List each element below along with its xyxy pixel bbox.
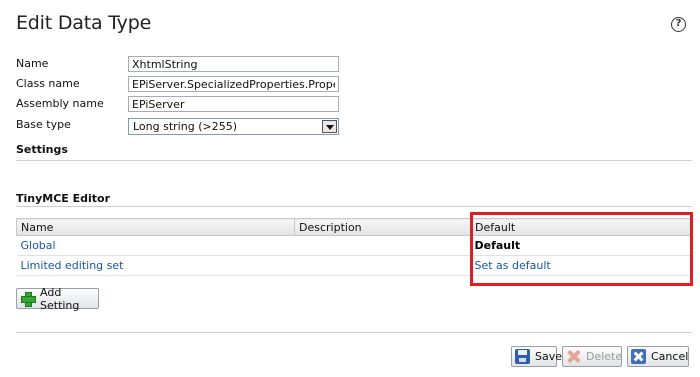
save-label: Save (535, 350, 563, 363)
x-icon (566, 349, 581, 364)
set-as-default-link[interactable]: Set as default (470, 255, 692, 276)
name-field[interactable] (128, 56, 339, 72)
divider (16, 332, 692, 333)
save-button[interactable]: Save (511, 346, 562, 367)
base-type-select[interactable]: Long string (>255) (128, 118, 339, 135)
help-icon[interactable]: ? (671, 17, 686, 32)
class-name-label: Class name (16, 77, 80, 90)
add-setting-button[interactable]: Add Setting (16, 285, 99, 312)
add-setting-label: Add Setting (40, 285, 80, 312)
divider (16, 206, 692, 207)
assembly-name-field[interactable] (128, 96, 339, 112)
cancel-icon (631, 349, 646, 364)
floppy-disk-icon (515, 349, 530, 364)
table-header-row: Name Description Default (16, 218, 692, 236)
plus-icon (20, 291, 36, 307)
chevron-down-icon[interactable] (322, 120, 337, 133)
settings-table: Name Description Default Global Default … (16, 218, 692, 276)
divider (16, 160, 692, 161)
assembly-name-label: Assembly name (16, 97, 104, 110)
column-header-default[interactable]: Default (470, 218, 692, 236)
name-label: Name (16, 57, 49, 70)
class-name-field[interactable] (128, 76, 339, 92)
page-title: Edit Data Type (16, 12, 152, 34)
table-row: Global Default (16, 235, 692, 256)
base-type-label: Base type (16, 118, 71, 131)
row-description (294, 235, 471, 256)
row-name-link[interactable]: Global (16, 235, 295, 256)
row-default-label: Default (470, 235, 692, 256)
table-row: Limited editing set Set as default (16, 255, 692, 276)
row-description (294, 255, 471, 276)
row-name-link[interactable]: Limited editing set (16, 255, 295, 276)
cancel-label: Cancel (651, 350, 689, 363)
cancel-button[interactable]: Cancel (627, 346, 689, 367)
base-type-value: Long string (>255) (133, 120, 237, 133)
delete-label: Delete (586, 350, 623, 363)
settings-heading: Settings (16, 143, 68, 156)
delete-button[interactable]: Delete (562, 346, 622, 367)
tinymce-editor-heading: TinyMCE Editor (16, 192, 111, 205)
column-header-description[interactable]: Description (294, 218, 471, 236)
column-header-name[interactable]: Name (16, 218, 295, 236)
